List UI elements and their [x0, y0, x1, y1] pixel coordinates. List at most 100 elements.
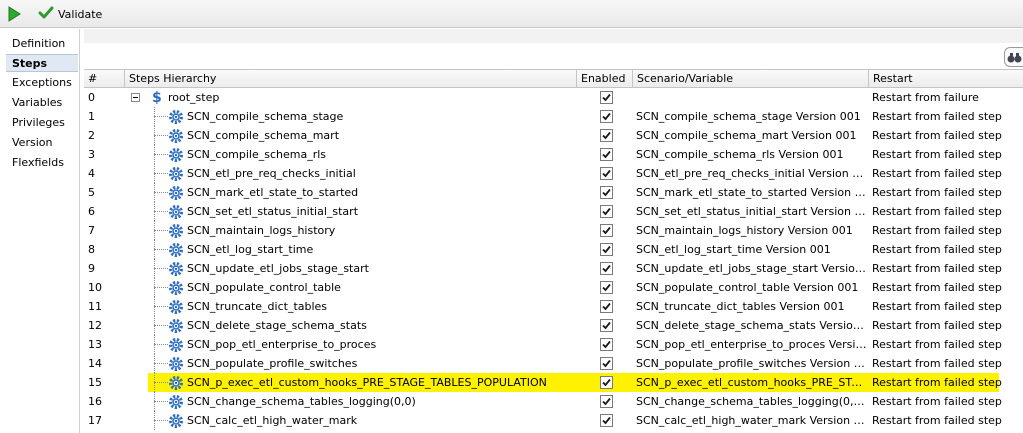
- left-nav: Definition Steps Exceptions Variables Pr…: [0, 29, 80, 433]
- nav-item-variables[interactable]: Variables: [6, 94, 78, 112]
- restart-option[interactable]: Restart from failed step: [872, 221, 1022, 240]
- enabled-checkbox[interactable]: [600, 91, 614, 104]
- nav-item-exceptions[interactable]: Exceptions: [6, 74, 78, 92]
- enabled-checkbox[interactable]: [600, 300, 614, 313]
- nav-item-privileges[interactable]: Privileges: [6, 114, 78, 132]
- table-row[interactable]: 14 SCN_populate_profile_switches SCN_popul…: [84, 354, 1023, 373]
- nav-item-flexfields[interactable]: Flexfields: [6, 154, 78, 172]
- row-number: 7: [88, 224, 95, 237]
- row-number: 3: [88, 148, 95, 161]
- row-number: 8: [88, 243, 95, 256]
- scenario-gear-icon: [168, 280, 184, 296]
- restart-option[interactable]: Restart from failed step: [872, 316, 1022, 335]
- header-enabled[interactable]: Enabled: [577, 70, 633, 87]
- scenario-gear-icon: [168, 261, 184, 277]
- restart-option[interactable]: Restart from failed step: [872, 202, 1022, 221]
- step-name: SCN_p_exec_etl_custom_hooks_PRE_STAGE_TA…: [187, 376, 547, 389]
- table-row[interactable]: 7 SCN_maintain_logs_history SCN_maintain_l…: [84, 221, 1023, 240]
- table-row[interactable]: 6 SCN_set_etl_status_initial_start SCN_set…: [84, 202, 1023, 221]
- enabled-checkbox[interactable]: [600, 357, 614, 370]
- restart-option[interactable]: Restart from failed step: [872, 164, 1022, 183]
- row-number: 6: [88, 205, 95, 218]
- restart-option[interactable]: Restart from failed step: [872, 354, 1022, 373]
- package-step-icon: $: [152, 90, 162, 106]
- scenario-gear-icon: [168, 413, 184, 429]
- restart-option[interactable]: Restart from failed step: [872, 145, 1022, 164]
- collapse-toggle-icon[interactable]: [131, 93, 140, 102]
- restart-option[interactable]: Restart from failed step: [872, 126, 1022, 145]
- table-row[interactable]: 9 SCN_update_etl_jobs_stage_start SCN_upda…: [84, 259, 1023, 278]
- table-row[interactable]: 2 SCN_compile_schema_mart SCN_compile_sche…: [84, 126, 1023, 145]
- enabled-checkbox[interactable]: [600, 186, 614, 199]
- restart-option[interactable]: Restart from failure: [872, 88, 1022, 107]
- header-scenario-variable[interactable]: Scenario/Variable: [633, 70, 869, 87]
- step-name: SCN_populate_profile_switches: [187, 357, 358, 370]
- row-number: 9: [88, 262, 95, 275]
- restart-option[interactable]: Restart from failed step: [872, 392, 1022, 411]
- header-num[interactable]: #: [84, 70, 125, 87]
- scenario-variable: SCN_mark_etl_state_to_started Version 00…: [636, 186, 868, 199]
- scenario-variable: SCN_p_exec_etl_custom_hooks_PRE_STAGE...: [636, 376, 868, 389]
- table-row[interactable]: 16 SCN_change_schema_tables_logging(0,0) S…: [84, 392, 1023, 411]
- table-row[interactable]: 15 SCN_p_exec_etl_custom_hooks_PRE_STAGE_…: [84, 373, 1023, 392]
- restart-option[interactable]: Restart from failed step: [872, 259, 1022, 278]
- play-icon[interactable]: [6, 6, 22, 22]
- table-row[interactable]: 13 SCN_pop_etl_enterprise_to_proces SCN_po…: [84, 335, 1023, 354]
- table-row[interactable]: 12 SCN_delete_stage_schema_stats SCN_delet…: [84, 316, 1023, 335]
- table-row[interactable]: 3 SCN_compile_schema_rls SCN_compile_schem…: [84, 145, 1023, 164]
- nav-item-definition[interactable]: Definition: [6, 35, 78, 53]
- table-row[interactable]: 11 SCN_truncate_dict_tables SCN_truncate_d…: [84, 297, 1023, 316]
- enabled-checkbox[interactable]: [600, 167, 614, 180]
- tree-line: [154, 116, 168, 117]
- tree-line: [154, 268, 168, 269]
- enabled-checkbox[interactable]: [600, 376, 614, 389]
- table-row[interactable]: 5 SCN_mark_etl_state_to_started SCN_mark_e…: [84, 183, 1023, 202]
- enabled-checkbox[interactable]: [600, 262, 614, 275]
- enabled-checkbox[interactable]: [600, 414, 614, 427]
- enabled-checkbox[interactable]: [600, 110, 614, 123]
- restart-option[interactable]: Restart from failed step: [872, 183, 1022, 202]
- table-row[interactable]: 1 SCN_compile_schema_stage SCN_compile_sch…: [84, 107, 1023, 126]
- table-row[interactable]: 10 SCN_populate_control_table SCN_populate…: [84, 278, 1023, 297]
- enabled-checkbox[interactable]: [600, 319, 614, 332]
- toolbar: Validate: [0, 0, 1023, 28]
- restart-option[interactable]: Restart from failed step: [872, 297, 1022, 316]
- restart-option[interactable]: Restart from failed step: [872, 411, 1022, 430]
- restart-option[interactable]: Restart from failed step: [872, 335, 1022, 354]
- tree-line: [154, 325, 168, 326]
- scenario-variable: SCN_compile_schema_stage Version 001: [636, 110, 861, 123]
- table-row[interactable]: 4 SCN_etl_pre_req_checks_initial SCN_etl_p…: [84, 164, 1023, 183]
- step-name: SCN_populate_control_table: [187, 281, 341, 294]
- validate-button[interactable]: Validate: [38, 5, 102, 23]
- binoculars-icon[interactable]: [1004, 47, 1023, 67]
- restart-option[interactable]: Restart from failed step: [872, 107, 1022, 126]
- restart-option[interactable]: Restart from failed step: [872, 240, 1022, 259]
- header-restart[interactable]: Restart: [869, 70, 1023, 87]
- enabled-checkbox[interactable]: [600, 281, 614, 294]
- enabled-checkbox[interactable]: [600, 395, 614, 408]
- enabled-checkbox[interactable]: [600, 205, 614, 218]
- step-name: SCN_compile_schema_mart: [187, 129, 340, 142]
- table-row[interactable]: 0 $ root_step Restart from failure: [84, 88, 1023, 107]
- restart-option[interactable]: Restart from failed step: [872, 278, 1022, 297]
- row-number: 4: [88, 167, 95, 180]
- panel-top-strip: [84, 29, 1023, 43]
- enabled-checkbox[interactable]: [600, 224, 614, 237]
- header-steps-hierarchy[interactable]: Steps Hierarchy: [125, 70, 577, 87]
- row-number: 1: [88, 110, 95, 123]
- nav-item-steps[interactable]: Steps: [6, 54, 78, 72]
- enabled-checkbox[interactable]: [600, 338, 614, 351]
- scenario-gear-icon: [168, 318, 184, 334]
- nav-item-version[interactable]: Version: [6, 134, 78, 152]
- step-name: SCN_set_etl_status_initial_start: [187, 205, 359, 218]
- scenario-gear-icon: [168, 128, 184, 144]
- table-row[interactable]: 8 SCN_etl_log_start_time SCN_etl_log_start…: [84, 240, 1023, 259]
- enabled-checkbox[interactable]: [600, 148, 614, 161]
- restart-option[interactable]: Restart from failed step: [872, 373, 1022, 392]
- tree-line: [154, 154, 168, 155]
- table-row[interactable]: 17 SCN_calc_etl_high_water_mark SCN_calc_e…: [84, 411, 1023, 430]
- enabled-checkbox[interactable]: [600, 243, 614, 256]
- checkmark-icon: [38, 5, 54, 24]
- scenario-variable: SCN_set_etl_status_initial_start Version…: [636, 205, 868, 218]
- enabled-checkbox[interactable]: [600, 129, 614, 142]
